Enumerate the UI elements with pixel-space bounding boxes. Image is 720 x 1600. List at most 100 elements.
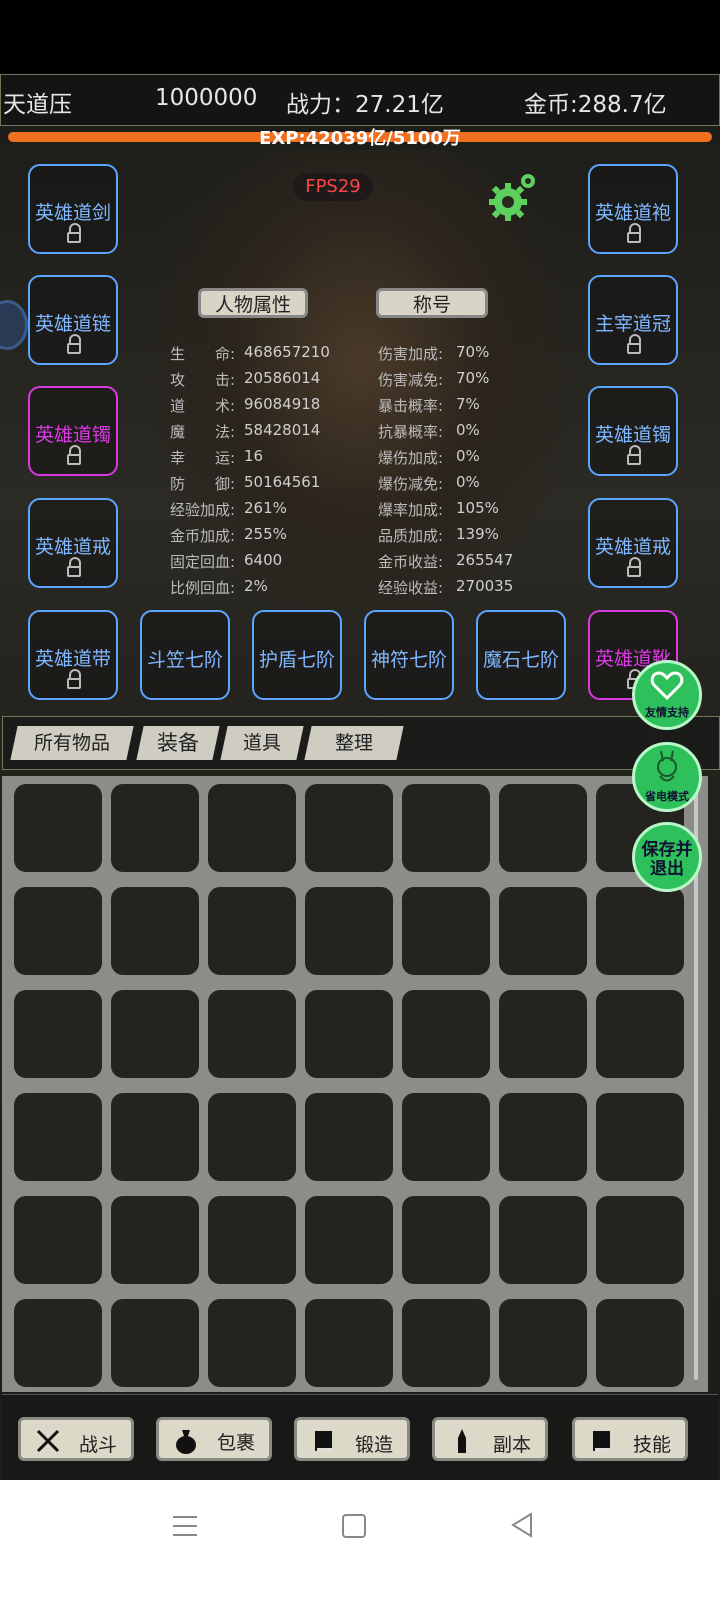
inventory-slot[interactable]: [402, 1093, 490, 1181]
inventory-slot[interactable]: [596, 1196, 684, 1284]
equip-slot-bracelet-left[interactable]: 英雄道镯: [28, 386, 118, 476]
inventory-slot[interactable]: [14, 784, 102, 872]
nav-label: 包裹: [217, 1432, 256, 1454]
inventory-slot[interactable]: [499, 1196, 587, 1284]
nav-forge-button[interactable]: 锻造: [294, 1417, 410, 1461]
home-icon[interactable]: [342, 1514, 366, 1538]
equip-slot-hat[interactable]: 斗笠七阶: [140, 610, 230, 700]
equip-slot-bracelet-right[interactable]: 英雄道镯: [588, 386, 678, 476]
inventory-slot[interactable]: [208, 1093, 296, 1181]
inventory-slot[interactable]: [111, 784, 199, 872]
tab-all-items[interactable]: 所有物品: [10, 726, 134, 760]
stat-key: 防 御:: [170, 475, 236, 493]
save-exit-button[interactable]: 保存并 退出: [632, 822, 702, 892]
equip-slot-sword[interactable]: 英雄道剑: [28, 164, 118, 254]
gold-amount: 金币:288.7亿: [524, 92, 667, 118]
equip-slot-talisman[interactable]: 神符七阶: [364, 610, 454, 700]
crossed-swords-icon: [36, 1429, 60, 1453]
inventory-slot[interactable]: [208, 887, 296, 975]
equip-slot-crown[interactable]: 主宰道冠: [588, 275, 678, 365]
inventory-slot[interactable]: [208, 1196, 296, 1284]
inventory-slot[interactable]: [596, 887, 684, 975]
fps-counter: FPS29: [293, 173, 373, 201]
inventory-slot[interactable]: [14, 1093, 102, 1181]
rabbit-icon: [657, 750, 677, 782]
tab-attributes[interactable]: 人物属性: [198, 288, 308, 318]
stat-key: 经验收益:: [378, 579, 444, 597]
equip-slot-necklace[interactable]: 英雄道链: [28, 275, 118, 365]
stat-value: 70%: [456, 343, 490, 361]
equip-slot-shield[interactable]: 护盾七阶: [252, 610, 342, 700]
inventory-slot[interactable]: [111, 1196, 199, 1284]
inventory-slot[interactable]: [499, 1093, 587, 1181]
inventory-slot[interactable]: [305, 1299, 393, 1387]
player-name: 天道压: [3, 92, 72, 118]
tab-equipment[interactable]: 装备: [136, 726, 220, 760]
lock-icon: [67, 445, 81, 465]
inventory-slot[interactable]: [596, 990, 684, 1078]
stat-value: 50164561: [244, 473, 321, 491]
inventory-slot[interactable]: [111, 990, 199, 1078]
inventory-slot[interactable]: [111, 887, 199, 975]
stat-key: 爆伤减免:: [378, 475, 444, 493]
inventory-slot[interactable]: [305, 1196, 393, 1284]
stat-key: 抗暴概率:: [378, 423, 444, 441]
inventory-slot[interactable]: [208, 1299, 296, 1387]
inventory-slot[interactable]: [208, 784, 296, 872]
tab-sort[interactable]: 整理: [304, 726, 404, 760]
inventory-slot[interactable]: [499, 887, 587, 975]
inventory-slot[interactable]: [402, 784, 490, 872]
menu-icon[interactable]: [173, 1516, 197, 1536]
tab-props[interactable]: 道具: [220, 726, 304, 760]
inventory-slot[interactable]: [14, 887, 102, 975]
stat-key: 固定回血:: [170, 553, 236, 571]
inventory-slot[interactable]: [111, 1299, 199, 1387]
stat-key: 幸 运:: [170, 449, 236, 467]
inventory-grid: [2, 776, 708, 1392]
nav-battle-button[interactable]: 战斗: [18, 1417, 134, 1461]
equip-slot-ring-left[interactable]: 英雄道戒: [28, 498, 118, 588]
inventory-slot[interactable]: [596, 1093, 684, 1181]
inventory-slot[interactable]: [499, 990, 587, 1078]
stat-key: 生 命:: [170, 345, 236, 363]
nav-dungeon-button[interactable]: 副本: [432, 1417, 548, 1461]
stats-right: 伤害加成: 70% 伤害减免: 70% 暴击概率: 7% 抗暴概率: 0% 爆伤加成: 0…: [378, 343, 578, 603]
stat-key: 金币收益:: [378, 553, 444, 571]
top-info-bar: 天道压 1000000 战力：27.21亿 金币:288.7亿: [0, 74, 720, 126]
inventory-slot[interactable]: [499, 1299, 587, 1387]
nav-skills-button[interactable]: 技能: [572, 1417, 688, 1461]
stats-left: 生 命: 468657210 攻 击: 20586014 道 术: 96084918 …: [170, 343, 370, 603]
inventory-slot[interactable]: [305, 887, 393, 975]
stat-key: 爆伤加成:: [378, 449, 444, 467]
slot-label: 英雄道戒: [34, 536, 111, 558]
equip-slot-magic-stone[interactable]: 魔石七阶: [476, 610, 566, 700]
stat-key: 伤害减免:: [378, 371, 444, 389]
inventory-slot[interactable]: [111, 1093, 199, 1181]
back-icon[interactable]: [510, 1512, 534, 1538]
equip-slot-belt[interactable]: 英雄道带: [28, 610, 118, 700]
stat-value: 261%: [244, 499, 287, 517]
gear-icon[interactable]: [486, 172, 542, 232]
inventory-slot[interactable]: [14, 1196, 102, 1284]
support-button[interactable]: 友情支持: [632, 660, 702, 730]
inventory-slot[interactable]: [402, 1196, 490, 1284]
inventory-slot[interactable]: [14, 1299, 102, 1387]
inventory-slot[interactable]: [305, 1093, 393, 1181]
stat-key: 金币加成:: [170, 527, 236, 545]
equip-slot-robe[interactable]: 英雄道袍: [588, 164, 678, 254]
stat-key: 道 术:: [170, 397, 236, 415]
power-save-button[interactable]: 省电模式: [632, 742, 702, 812]
equip-slot-ring-right[interactable]: 英雄道戒: [588, 498, 678, 588]
inventory-slot[interactable]: [208, 990, 296, 1078]
inventory-slot[interactable]: [596, 1299, 684, 1387]
inventory-slot[interactable]: [499, 784, 587, 872]
inventory-slot[interactable]: [305, 784, 393, 872]
inventory-slot[interactable]: [402, 887, 490, 975]
inventory-slot[interactable]: [402, 1299, 490, 1387]
inventory-slot[interactable]: [402, 990, 490, 1078]
tab-title[interactable]: 称号: [376, 288, 488, 318]
nav-bag-button[interactable]: 包裹: [156, 1417, 272, 1461]
inventory-slot[interactable]: [14, 990, 102, 1078]
save-exit-line2: 退出: [650, 859, 684, 879]
inventory-slot[interactable]: [305, 990, 393, 1078]
